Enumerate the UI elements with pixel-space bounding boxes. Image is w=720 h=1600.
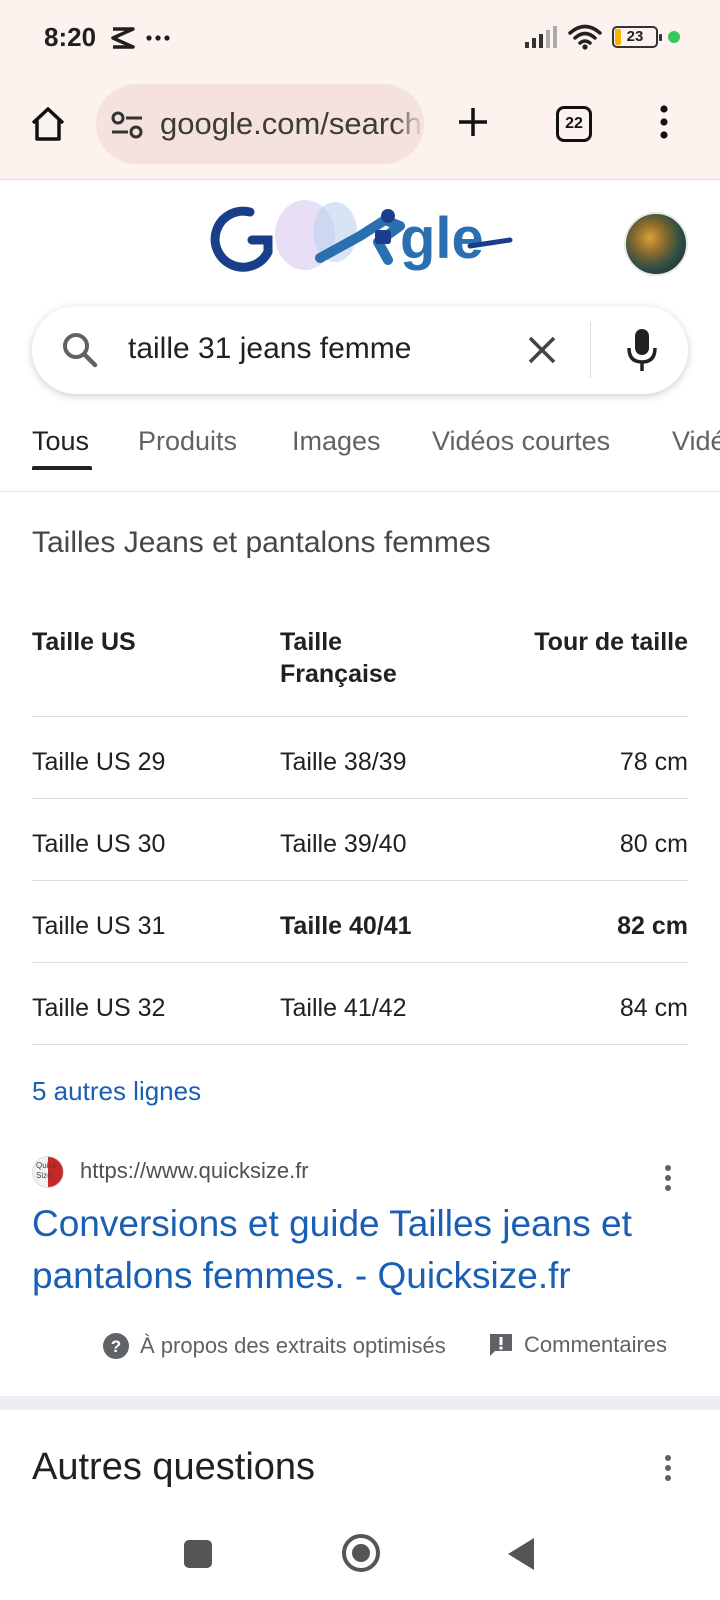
google-doodle-logo[interactable]: gle (210, 190, 520, 290)
signal-icon (525, 26, 557, 48)
feedback-link[interactable]: Commentaires (488, 1332, 667, 1358)
home-icon[interactable] (28, 104, 68, 144)
clear-icon[interactable] (522, 330, 562, 370)
snippet-title: Tailles Jeans et pantalons femmes (32, 526, 491, 559)
table-cell: Taille 39/40 (280, 830, 407, 858)
table-divider (32, 798, 688, 799)
system-nav-bar (0, 1510, 720, 1600)
about-snippets-link[interactable]: ? À propos des extraits optimisés (102, 1332, 446, 1360)
help-icon: ? (103, 1333, 129, 1359)
table-cell: 84 cm (619, 994, 688, 1022)
section-separator (0, 1396, 720, 1410)
search-divider (590, 322, 591, 378)
search-tabs: Tous Produits Images Vidéos courtes Vidé… (0, 400, 720, 492)
status-right-icons: 23 (524, 24, 680, 50)
privacy-dot-icon (668, 31, 680, 43)
tab-videos-courtes[interactable]: Vidéos courtes (432, 426, 610, 457)
tab-count: 22 (565, 115, 583, 132)
table-cell: Taille 38/39 (280, 748, 407, 776)
table-cell: 78 cm (619, 748, 688, 776)
svg-text:?: ? (111, 1337, 121, 1356)
active-tab-indicator (32, 466, 92, 470)
more-options-icon[interactable] (664, 1454, 672, 1482)
table-header-waist: Tour de taille (534, 628, 688, 656)
table-cell: Taille US 29 (32, 748, 166, 776)
site-settings-icon[interactable] (110, 110, 144, 140)
table-cell-highlighted: Taille 40/41 (280, 912, 412, 940)
status-bar: 8:20 23 (0, 0, 720, 80)
search-input[interactable]: taille 31 jeans femme (128, 332, 411, 366)
table-header-us: Taille US (32, 628, 136, 656)
table-cell: 80 cm (619, 830, 688, 858)
search-icon (63, 333, 98, 368)
status-left-icons (110, 26, 170, 50)
more-options-icon[interactable] (664, 1164, 672, 1192)
home-nav-icon[interactable] (342, 1534, 380, 1572)
about-snippets-label: À propos des extraits optimisés (140, 1333, 446, 1358)
tab-tous[interactable]: Tous (32, 426, 89, 457)
battery-fill (615, 29, 621, 45)
table-cell-highlighted: 82 cm (617, 912, 688, 940)
new-tab-icon[interactable] (455, 104, 491, 140)
battery-icon: 23 (612, 26, 662, 48)
tab-produits[interactable]: Produits (138, 426, 237, 457)
table-header-fr: Taille Française (280, 628, 397, 688)
wifi-icon (568, 24, 602, 50)
table-divider (32, 1044, 688, 1045)
status-time: 8:20 (44, 22, 97, 52)
search-box[interactable]: taille 31 jeans femme (32, 306, 688, 394)
browser-menu-icon[interactable] (660, 104, 668, 140)
battery-level: 23 (626, 28, 644, 45)
site-favicon[interactable]: Quick Size (32, 1156, 64, 1188)
microphone-icon[interactable] (622, 326, 662, 374)
table-cell: Taille US 32 (32, 994, 166, 1022)
other-questions-title: Autres questions (32, 1446, 316, 1488)
table-divider (32, 962, 688, 963)
svg-text:gle: gle (400, 206, 484, 271)
favicon-text: Quick Size (36, 1161, 57, 1180)
url-bar[interactable]: google.com/search (96, 84, 424, 164)
browser-toolbar: google.com/search 22 (0, 80, 720, 180)
table-divider (32, 880, 688, 881)
recents-icon[interactable] (184, 1540, 212, 1568)
notification-icon (111, 27, 135, 49)
table-cell: Taille US 30 (32, 830, 166, 858)
account-avatar[interactable] (624, 212, 688, 276)
feedback-label: Commentaires (524, 1332, 668, 1357)
url-text[interactable]: google.com/search (160, 106, 422, 142)
tab-switcher-button[interactable]: 22 (556, 106, 592, 142)
table-divider (32, 716, 688, 717)
more-notifications-icon (146, 35, 170, 41)
url-fade (394, 84, 424, 164)
tab-images[interactable]: Images (292, 426, 381, 457)
table-cell: Taille US 31 (32, 912, 166, 940)
more-lines-link[interactable]: 5 autres lignes (32, 1076, 201, 1107)
table-cell: Taille 41/42 (280, 994, 407, 1022)
tab-videos[interactable]: Vidéos (672, 426, 720, 457)
source-url[interactable]: https://www.quicksize.fr (80, 1158, 309, 1184)
back-icon[interactable] (508, 1538, 534, 1570)
feedback-icon (490, 1334, 512, 1356)
result-title-link[interactable]: Conversions et guide Tailles jeans et pa… (32, 1198, 692, 1302)
